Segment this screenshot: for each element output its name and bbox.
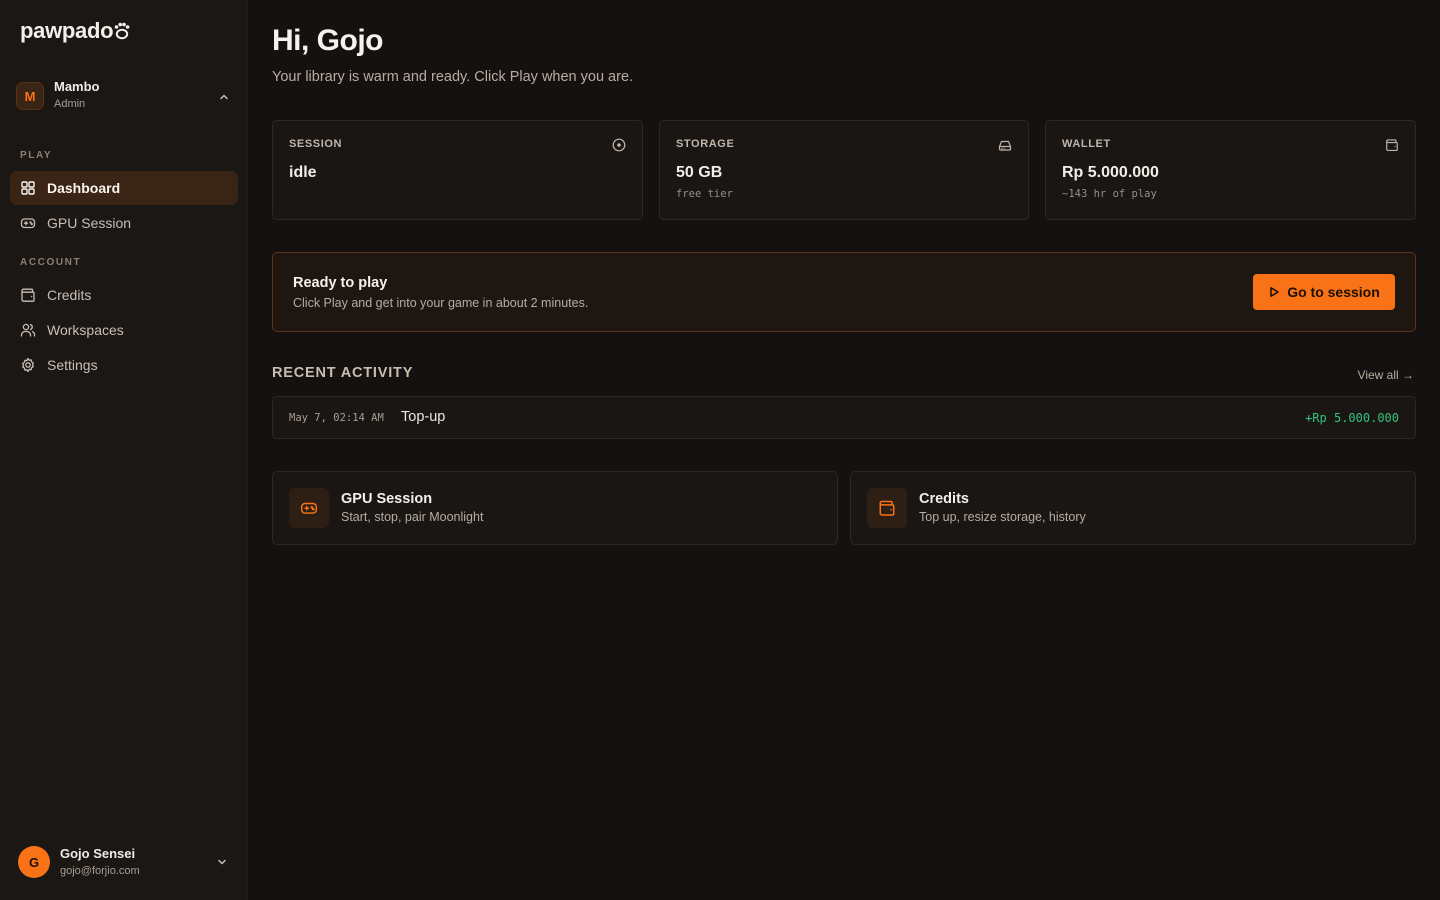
wallet-icon [1385, 138, 1399, 152]
stat-label: SESSION [289, 138, 343, 150]
ready-title: Ready to play [293, 275, 388, 291]
sidebar-item-settings[interactable]: Settings [10, 348, 238, 382]
stat-note: free tier [676, 188, 733, 200]
user-name: Gojo Sensei [60, 845, 136, 861]
chevron-down-icon[interactable] [216, 855, 228, 873]
stat-value: Rp 5.000.000 [1062, 164, 1159, 181]
quick-link-title: Credits [919, 491, 969, 507]
clock-icon [612, 138, 626, 152]
nav-section-play: PLAY [20, 150, 53, 161]
play-icon [1268, 286, 1280, 298]
avatar: G [18, 846, 50, 878]
stat-card-session: SESSION idle [272, 120, 643, 220]
sidebar-item-label: GPU Session [47, 215, 132, 231]
quick-link-title: GPU Session [341, 491, 433, 507]
sidebar-item-dashboard[interactable]: Dashboard [10, 171, 238, 205]
wallet-icon [20, 287, 36, 303]
button-label: Go to session [1287, 284, 1380, 300]
drive-icon [998, 138, 1012, 152]
gear-icon [20, 357, 36, 373]
sidebar-item-credits[interactable]: Credits [10, 278, 238, 312]
activity-amount: +Rp 5.000.000 [1305, 411, 1399, 425]
page-title: Hi, Gojo [272, 24, 384, 57]
user-email: gojo@forjio.com [60, 864, 140, 877]
stat-card-storage: STORAGE 50 GB free tier [659, 120, 1029, 220]
ready-subtitle: Click Play and get into your game in abo… [293, 296, 589, 310]
gamepad-icon [289, 488, 329, 528]
page-subtitle: Your library is warm and ready. Click Pl… [272, 69, 634, 85]
quick-link-subtitle: Start, stop, pair Moonlight [341, 510, 484, 524]
sidebar-item-label: Settings [47, 357, 98, 373]
activity-date: May 7, 02:14 AM [289, 412, 384, 424]
stat-card-wallet: WALLET Rp 5.000.000 ~143 hr of play [1045, 120, 1416, 220]
go-to-session-button[interactable]: Go to session [1253, 274, 1395, 310]
grid-icon [20, 180, 36, 196]
app-logo[interactable]: pawpado [20, 18, 130, 44]
logo-text: pawpado [20, 18, 114, 43]
workspace-role: Admin [54, 98, 86, 110]
sidebar-item-label: Workspaces [47, 322, 124, 338]
sidebar-item-gpu-session[interactable]: GPU Session [10, 206, 238, 240]
quick-link-credits[interactable]: Credits Top up, resize storage, history [850, 471, 1416, 545]
workspace-switcher[interactable]: M Mambo Admin [10, 74, 238, 118]
wallet-icon [867, 488, 907, 528]
workspace-avatar: M [16, 82, 44, 110]
sidebar-item-label: Dashboard [47, 180, 121, 196]
stat-value: 50 GB [676, 164, 723, 181]
stat-label: STORAGE [676, 138, 735, 150]
sidebar: pawpado M Mambo Admin PLAY Dashboard GPU… [0, 0, 248, 900]
stat-label: WALLET [1062, 138, 1111, 150]
paw-icon [114, 22, 130, 40]
sidebar-item-workspaces[interactable]: Workspaces [10, 313, 238, 347]
quick-link-gpu-session[interactable]: GPU Session Start, stop, pair Moonlight [272, 471, 838, 545]
chevron-up-icon[interactable] [218, 90, 230, 108]
sidebar-item-label: Credits [47, 287, 92, 303]
nav-section-account: ACCOUNT [20, 257, 82, 268]
stat-value: idle [289, 164, 317, 181]
ready-banner: Ready to play Click Play and get into yo… [272, 252, 1416, 332]
quick-link-subtitle: Top up, resize storage, history [919, 510, 1086, 524]
view-all-link[interactable]: View all → [1358, 368, 1414, 382]
activity-type: Top-up [401, 409, 446, 425]
workspace-name: Mambo [54, 79, 100, 94]
table-row[interactable]: May 7, 02:14 AM Top-up +Rp 5.000.000 [272, 396, 1416, 439]
gamepad-icon [20, 215, 36, 231]
recent-activity-heading: RECENT ACTIVITY [272, 365, 414, 381]
stat-note: ~143 hr of play [1062, 188, 1157, 200]
users-icon [20, 322, 36, 338]
user-menu[interactable]: G Gojo Sensei gojo@forjio.com [10, 838, 238, 886]
